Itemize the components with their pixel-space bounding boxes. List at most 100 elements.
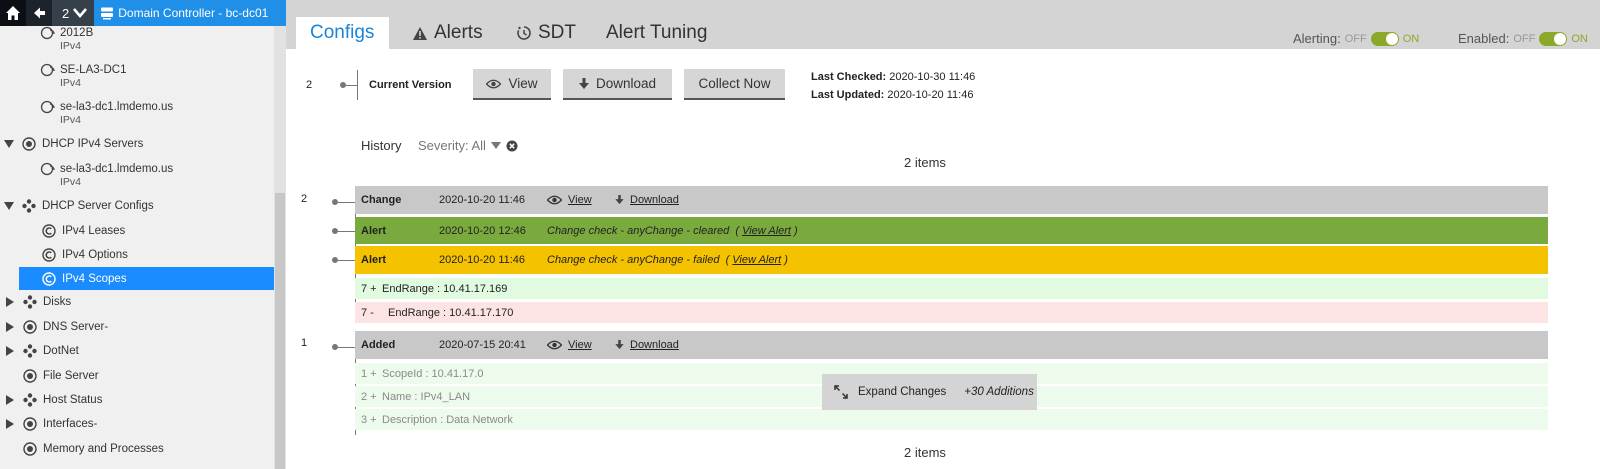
back-arrow-icon [34, 7, 45, 19]
view-alert-link[interactable]: View Alert [742, 225, 791, 237]
history-count-dropdown[interactable]: 2 [52, 0, 95, 26]
expand-changes-label: Expand Changes [858, 386, 947, 398]
alerting-on-label: ON [1402, 32, 1420, 45]
current-version-number: 2 [306, 79, 313, 91]
diff-prefix: 2 + [361, 390, 377, 403]
row-download-link-label[interactable]: Download [630, 339, 679, 351]
enabled-label: Enabled: [1458, 31, 1510, 46]
tree-item-label: DHCP IPv4 Servers [42, 138, 144, 150]
version-timestamps: Last Checked: 2020-10-30 11:46 Last Upda… [811, 68, 975, 104]
tab-bar: Configs Alerts SDT Alert Tuning Alerting… [286, 0, 1600, 49]
caret-down-icon[interactable] [4, 201, 14, 211]
sidebar-scrollbar-thumb[interactable] [275, 193, 285, 469]
back-button[interactable] [26, 0, 52, 26]
tree-item-label: se-la3-dc1.lmdemo.us [60, 101, 174, 113]
tree-item-2012b[interactable]: 2012B IPv4 [0, 26, 274, 57]
row-view-link[interactable]: View [547, 194, 615, 206]
tree-item-ipv4-scopes[interactable]: IPv4 Scopes [19, 267, 274, 290]
expand-changes-button[interactable]: Expand Changes +30 Additions [822, 374, 1037, 410]
last-checked-value: 2020-10-30 11:46 [889, 71, 976, 83]
row-download-link[interactable]: Download [615, 194, 679, 206]
alerting-toggle-group: Alerting: OFF ON [1293, 31, 1419, 46]
tree-item-se-la3-dc1-dhcp[interactable]: se-la3-dc1.lmdemo.us IPv4 [0, 162, 274, 193]
caret-right-icon[interactable] [5, 419, 15, 429]
tree-item-ipv4-leases[interactable]: IPv4 Leases [0, 221, 274, 241]
tree-item-label: DNS Server- [43, 321, 109, 333]
timeline-connector [338, 260, 355, 261]
collect-now-button[interactable]: Collect Now [684, 69, 785, 100]
chevron-down-icon [73, 8, 88, 18]
download-button-label: Download [595, 76, 657, 91]
row-view-link-label[interactable]: View [568, 339, 592, 351]
download-arrow-icon [615, 340, 624, 350]
caret-right-icon[interactable] [5, 297, 15, 307]
caret-right-icon[interactable] [5, 395, 15, 405]
row-download-link-label[interactable]: Download [630, 194, 679, 206]
tree-item-file-server[interactable]: File Server [0, 369, 274, 387]
breadcrumb[interactable]: Domain Controller - bc-dc01 [94, 6, 268, 20]
tree-item-label: IPv4 Options [62, 249, 128, 261]
tab-alert-tuning[interactable]: Alert Tuning [592, 17, 721, 49]
enabled-off-label: OFF [1513, 32, 1536, 45]
datasource-instance-icon [23, 320, 37, 334]
breadcrumb-label: Domain Controller - bc-dc01 [118, 6, 269, 20]
tree-item-sub: IPv4 [60, 114, 82, 126]
row-view-link[interactable]: View [547, 339, 615, 351]
tree-item-label: Interfaces- [43, 418, 98, 430]
tree-item-ipv4-options[interactable]: IPv4 Options [0, 245, 274, 265]
enabled-toggle[interactable] [1539, 31, 1568, 46]
tree-item-dhcp-ipv4-servers[interactable]: DHCP IPv4 Servers [0, 137, 274, 155]
diff-line-added: 7 + EndRange : 10.41.17.169 [355, 278, 1548, 299]
version-number: 2 [301, 193, 308, 205]
timeline-connector [338, 202, 355, 203]
tree-item-label: se-la3-dc1.lmdemo.us [60, 163, 174, 175]
tree-item-dns-server[interactable]: DNS Server- [0, 320, 274, 338]
tree-item-disks[interactable]: Disks [0, 295, 274, 313]
tree-item-se-la3-dc1-lmdemo[interactable]: se-la3-dc1.lmdemo.us IPv4 [0, 100, 274, 131]
caret-right-icon[interactable] [5, 346, 15, 356]
severity-filter-label: Severity: All [418, 138, 486, 153]
tree-item-dhcp-server-configs[interactable]: DHCP Server Configs [0, 199, 274, 217]
row-type: Change [361, 194, 402, 206]
clear-filter-icon[interactable] [506, 140, 518, 152]
view-alert-link[interactable]: View Alert [732, 254, 781, 266]
tree-item-label: DHCP Server Configs [42, 200, 154, 212]
cloud-instance-icon [40, 26, 55, 40]
row-download-link[interactable]: Download [615, 339, 679, 351]
cloud-instance-icon [40, 162, 55, 176]
tree-item-memory-processes[interactable]: Memory and Processes [0, 442, 274, 460]
tree-item-host-status[interactable]: Host Status [0, 393, 274, 411]
history-row-added: Added 2020-07-15 20:41 View Download [355, 331, 1548, 359]
tab-sdt[interactable]: SDT [502, 17, 590, 49]
tab-alerts[interactable]: Alerts [398, 17, 497, 49]
tree-item-se-la3-dc1[interactable]: SE-LA3-DC1 IPv4 [0, 63, 274, 94]
sdt-clock-icon [517, 26, 531, 40]
tree-item-sub: IPv4 [60, 77, 82, 89]
tree-item-dotnet[interactable]: DotNet [0, 344, 274, 362]
diff-text: Name : IPv4_LAN [382, 390, 471, 403]
cloud-instance-icon [40, 100, 55, 114]
collect-now-label: Collect Now [698, 76, 771, 91]
diff-text: EndRange : 10.41.17.170 [388, 306, 514, 319]
home-button[interactable] [0, 0, 26, 26]
tab-label: Alerts [434, 22, 483, 43]
download-arrow-icon [615, 195, 624, 205]
caret-down-icon[interactable] [4, 139, 14, 149]
view-button[interactable]: View [473, 69, 551, 100]
download-button[interactable]: Download [563, 69, 672, 100]
severity-filter[interactable]: Severity: All [418, 138, 518, 153]
tree-item-interfaces[interactable]: Interfaces- [0, 417, 274, 435]
timeline-bar [357, 70, 358, 100]
additions-count: +30 Additions [964, 386, 1034, 398]
history-count: 2 [62, 5, 70, 21]
warning-icon [413, 26, 427, 40]
row-view-link-label[interactable]: View [568, 194, 592, 206]
row-type: Added [361, 339, 396, 351]
tab-configs[interactable]: Configs [296, 17, 389, 49]
alerting-toggle[interactable] [1370, 31, 1399, 46]
caret-right-icon[interactable] [5, 322, 15, 332]
tree-item-sub: IPv4 [60, 40, 82, 52]
caret-down-icon [490, 141, 501, 149]
diff-prefix: 1 + [361, 367, 377, 380]
tree-item-label: Disks [43, 296, 72, 308]
